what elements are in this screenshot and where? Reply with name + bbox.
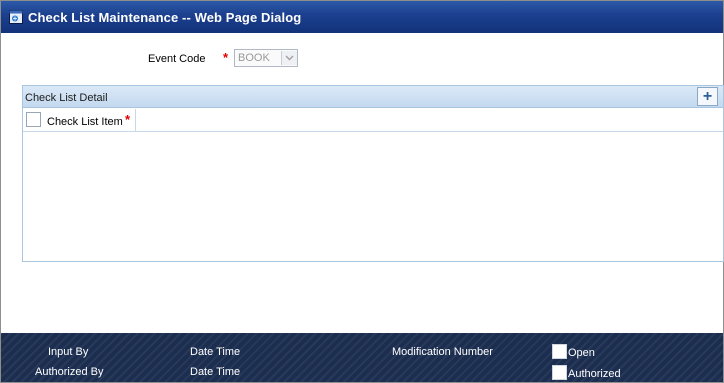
column-divider <box>135 109 136 131</box>
window-title: Check List Maintenance -- Web Page Dialo… <box>28 9 302 25</box>
grid-body <box>23 132 723 261</box>
check-list-item-column-label: Check List Item <box>47 116 123 128</box>
date-time-label: Date Time <box>190 346 241 358</box>
window-app-icon <box>9 10 23 24</box>
input-by-label: Input By <box>48 346 89 358</box>
authorized-label: Authorized <box>568 368 621 380</box>
modification-number-label: Modification Number <box>392 346 493 358</box>
grid-header: Check List Detail + <box>23 86 723 108</box>
event-code-row: Event Code * BOOK <box>0 47 722 69</box>
authorized-checkbox[interactable] <box>552 365 567 380</box>
required-marker: * <box>125 112 131 127</box>
audit-footer: Input By Date Time Modification Number O… <box>1 333 723 382</box>
date-time-label: Date Time <box>190 366 241 378</box>
dropdown-arrow-icon[interactable] <box>281 51 297 65</box>
grid-title: Check List Detail <box>25 92 108 104</box>
required-marker: * <box>223 50 229 65</box>
open-label: Open <box>568 347 595 359</box>
event-code-value: BOOK <box>238 52 270 64</box>
check-list-detail-grid: Check List Detail + Check List Item * <box>22 85 724 262</box>
add-row-icon[interactable]: + <box>697 87 718 106</box>
select-all-checkbox[interactable] <box>26 112 41 127</box>
grid-column-header: Check List Item * <box>23 109 723 132</box>
event-code-select[interactable]: BOOK <box>234 49 298 67</box>
title-bar: Check List Maintenance -- Web Page Dialo… <box>1 1 723 33</box>
event-code-label: Event Code <box>148 53 206 65</box>
open-checkbox[interactable] <box>552 344 567 359</box>
authorized-by-label: Authorized By <box>35 366 104 378</box>
